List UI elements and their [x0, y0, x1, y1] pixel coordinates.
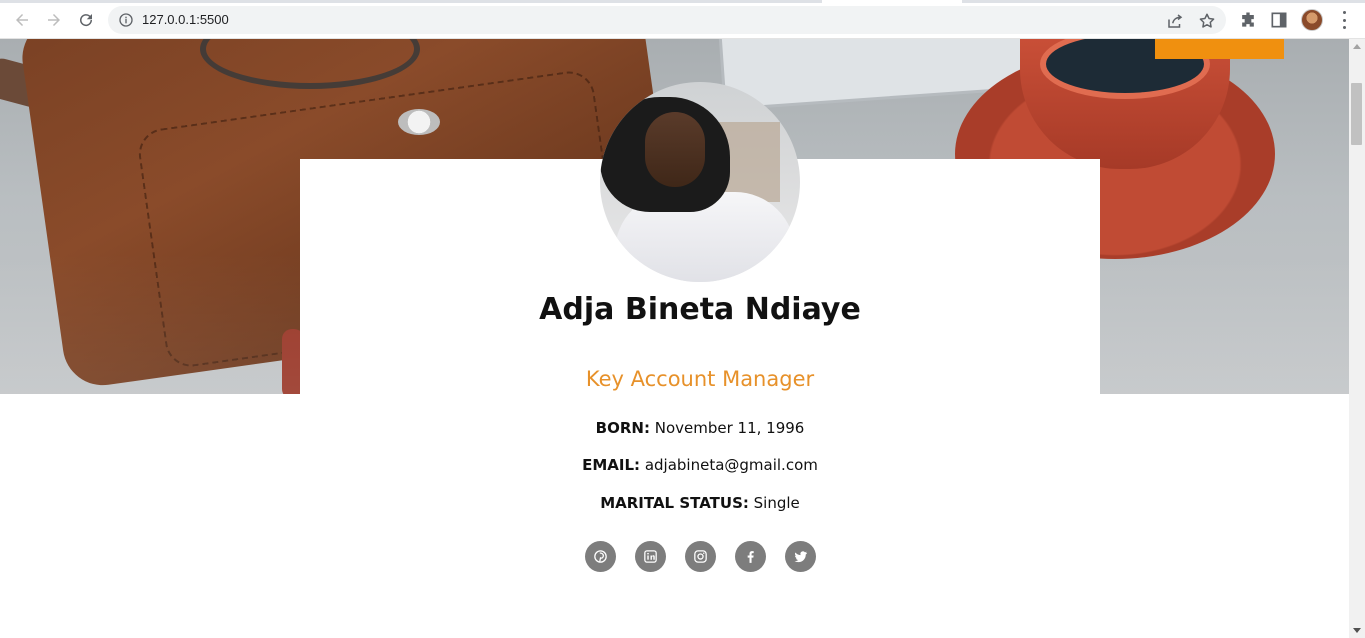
menu-icon[interactable]	[1337, 11, 1351, 29]
marital-status-line: MARITAL STATUS: Single	[300, 494, 1100, 512]
back-icon[interactable]	[11, 9, 33, 31]
email-value: adjabineta@gmail.com	[644, 456, 818, 474]
site-info-icon[interactable]	[118, 12, 134, 28]
page-viewport: Adja Bineta Ndiaye Key Account Manager B…	[0, 39, 1349, 638]
social-links	[585, 541, 825, 573]
born-line: BORN: November 11, 1996	[300, 419, 1100, 437]
born-label: BORN:	[595, 419, 650, 437]
marital-status-value: Single	[753, 494, 800, 512]
bookmark-star-icon[interactable]	[1198, 12, 1216, 30]
instagram-icon[interactable]	[685, 541, 716, 572]
orange-button[interactable]	[1155, 39, 1284, 59]
scroll-up-arrow-icon[interactable]	[1353, 44, 1361, 49]
extensions-icon[interactable]	[1238, 10, 1258, 30]
linkedin-icon[interactable]	[635, 541, 666, 572]
pinterest-icon[interactable]	[585, 541, 616, 572]
active-tab-edge[interactable]	[822, 0, 962, 3]
address-bar[interactable]: 127.0.0.1:5500	[108, 6, 1226, 34]
browser-toolbar: 127.0.0.1:5500	[0, 0, 1365, 39]
born-value: November 11, 1996	[654, 419, 805, 437]
page-scrollbar[interactable]	[1349, 39, 1365, 638]
side-panel-icon[interactable]	[1269, 10, 1289, 30]
profile-role: Key Account Manager	[585, 367, 815, 391]
profile-name: Adja Bineta Ndiaye	[539, 292, 861, 327]
twitter-icon[interactable]	[785, 541, 816, 572]
facebook-icon[interactable]	[735, 541, 766, 572]
tab-strip	[0, 0, 1365, 3]
email-label: EMAIL:	[582, 456, 641, 474]
url-text[interactable]: 127.0.0.1:5500	[142, 12, 229, 27]
marital-status-label: MARITAL STATUS:	[600, 494, 749, 512]
scroll-down-arrow-icon[interactable]	[1353, 628, 1361, 633]
profile-photo	[600, 82, 800, 282]
email-line: EMAIL: adjabineta@gmail.com	[300, 456, 1100, 474]
forward-icon[interactable]	[43, 9, 65, 31]
share-icon[interactable]	[1166, 12, 1184, 30]
scrollbar-thumb[interactable]	[1351, 83, 1362, 145]
reload-icon[interactable]	[75, 9, 97, 31]
profile-avatar[interactable]	[1301, 9, 1323, 31]
